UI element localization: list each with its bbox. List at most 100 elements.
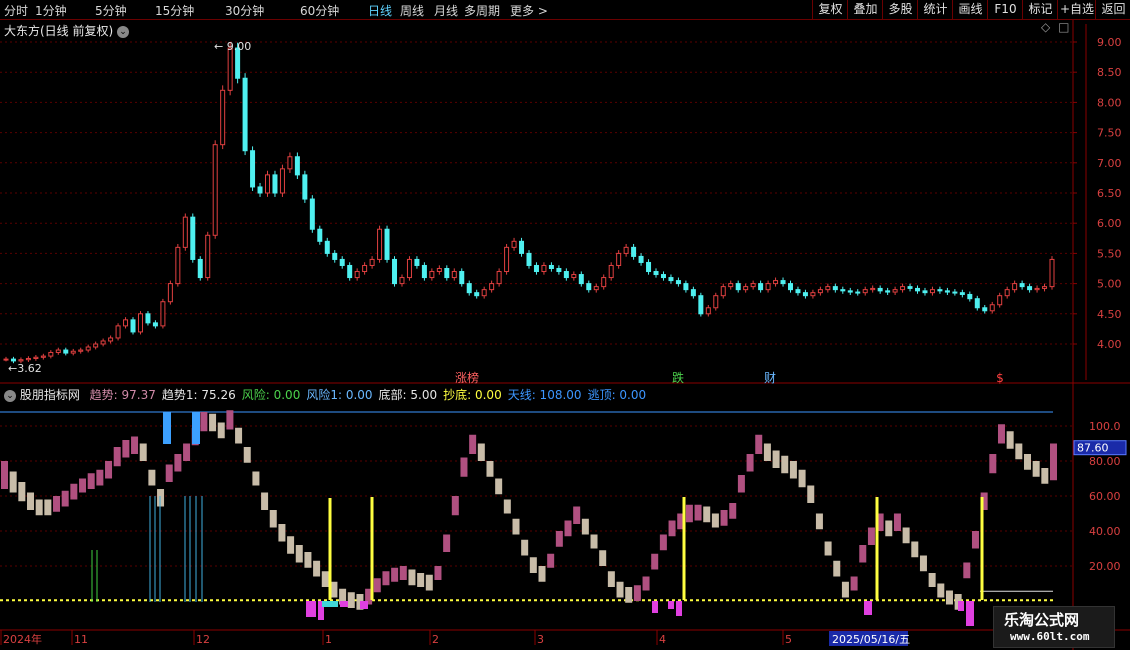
candle-body-69: [519, 240, 525, 254]
candle-body-129: [967, 293, 973, 300]
toolbar-btn-0[interactable]: 复权: [812, 0, 848, 19]
trend-bar-120: [1041, 468, 1049, 484]
candle-body-6: [48, 351, 54, 357]
candle-body-107: [802, 292, 808, 297]
trend-bar-99: [859, 545, 867, 563]
toolbar-btn-3[interactable]: 统计: [917, 0, 953, 19]
period-1[interactable]: 1分钟: [35, 2, 67, 19]
period-10[interactable]: 更多 >: [510, 2, 548, 19]
trend-bar-36: [313, 560, 321, 577]
trend-bar-25: [217, 422, 225, 439]
trend-bar-117: [1015, 443, 1023, 460]
indicator-value-1: 趋势1: 75.26: [161, 388, 236, 402]
toolbar-btn-5[interactable]: F10: [987, 0, 1023, 19]
price-tick-label-5: 6.50: [1097, 187, 1122, 200]
trend-bar-67: [581, 518, 589, 535]
trend-bar-28: [243, 447, 251, 463]
trend-bar-94: [815, 513, 823, 530]
period-5[interactable]: 60分钟: [300, 2, 339, 19]
candle-body-49: [369, 258, 375, 266]
toolbar-btn-2[interactable]: 多股: [882, 0, 918, 19]
period-8[interactable]: 月线: [434, 2, 458, 19]
toolbar-btn-1[interactable]: 叠加: [847, 0, 883, 19]
trend-bar-112: [971, 531, 979, 549]
trend-bar-6: [53, 496, 61, 512]
trend-bar-59: [512, 518, 520, 535]
time-label-3: 1: [325, 633, 332, 646]
ind-tick-label-3: 40.00: [1089, 525, 1121, 538]
candle-body-27: [205, 234, 211, 279]
period-0[interactable]: 分时: [4, 2, 28, 19]
candle-body-23: [175, 246, 181, 285]
trend-bar-46: [399, 566, 407, 580]
trend-bar-121: [1050, 443, 1057, 481]
diamond-icon[interactable]: ◇: [1041, 20, 1050, 34]
price-tick-label-6: 6.00: [1097, 217, 1122, 230]
low-bar-5: [668, 601, 674, 609]
trend-bar-86: [746, 454, 754, 472]
trend-bar-45: [391, 567, 399, 582]
period-7[interactable]: 周线: [400, 2, 424, 19]
candle-body-47: [354, 271, 360, 279]
trend-bar-3: [27, 492, 35, 510]
candle-body-53: [399, 277, 405, 285]
period-3[interactable]: 15分钟: [155, 2, 194, 19]
trend-bar-114: [989, 454, 997, 474]
candle-body-87: [653, 271, 659, 276]
trend-bar-75: [651, 553, 659, 570]
period-6[interactable]: 日线: [368, 2, 392, 19]
candle-body-7: [55, 349, 61, 353]
trend-bar-95: [824, 541, 832, 556]
chart-area: 9.00 8.50 8.00 7.50 7.00 6.50 6.00 5.50 5.00 4.50…: [0, 20, 1130, 650]
time-label-5: 3: [537, 633, 544, 646]
trend-bar-57: [495, 478, 503, 495]
candle-body-111: [832, 286, 838, 291]
candle-body-79: [593, 286, 599, 291]
settings-chevron-icon[interactable]: ⌄: [4, 389, 16, 402]
candle-body-44: [332, 252, 338, 260]
period-9[interactable]: 多周期: [464, 2, 500, 19]
low-bar-2: [340, 601, 348, 607]
trend-bar-8: [70, 483, 78, 500]
candle-body-24: [182, 216, 188, 248]
trend-bar-58: [503, 499, 511, 514]
candle-body-57: [429, 271, 435, 279]
indicator-value-6: 天线: 108.00: [507, 388, 582, 402]
low-label: ←3.62: [8, 362, 42, 375]
trend-bar-24: [209, 413, 217, 432]
candle-body-19: [145, 313, 151, 324]
trend-bar-100: [867, 527, 875, 545]
candle-body-68: [511, 240, 517, 248]
trend-bar-52: [451, 496, 459, 516]
candle-body-123: [922, 290, 928, 294]
indicator-value-0: 趋势: 97.37: [89, 388, 156, 402]
period-4[interactable]: 30分钟: [225, 2, 264, 19]
toolbar-btn-4[interactable]: 画线: [952, 0, 988, 19]
toolbar-btn-8[interactable]: 返回: [1095, 0, 1130, 19]
low-bar-8: [958, 601, 964, 611]
candle-body-10: [78, 349, 84, 352]
candle-body-137: [1027, 286, 1033, 291]
candle-body-21: [160, 301, 166, 327]
toolbar-btn-6[interactable]: 标记: [1022, 0, 1058, 19]
candle-body-61: [459, 271, 465, 285]
candle-body-66: [496, 271, 502, 285]
trend-bar-26: [226, 410, 234, 430]
dropdown-chevron-icon[interactable]: ⌄: [117, 25, 130, 38]
trend-bar-81: [703, 506, 711, 523]
candle-body-16: [123, 319, 129, 327]
high-label: ← 9.00: [214, 40, 251, 53]
candle-body-45: [339, 258, 345, 266]
candle-body-92: [690, 289, 696, 297]
candle-body-8: [63, 349, 69, 354]
trend-bar-73: [633, 585, 641, 601]
toolbar-btn-7[interactable]: +自选: [1057, 0, 1096, 19]
candle-body-9: [70, 350, 76, 354]
ind-tick-label-1: 80.00: [1089, 455, 1121, 468]
candle-body-73: [548, 264, 554, 270]
candle-body-42: [317, 228, 323, 242]
window-icon[interactable]: □: [1058, 20, 1069, 34]
trend-bar-109: [945, 590, 953, 605]
trend-bar-49: [425, 574, 433, 591]
period-2[interactable]: 5分钟: [95, 2, 127, 19]
